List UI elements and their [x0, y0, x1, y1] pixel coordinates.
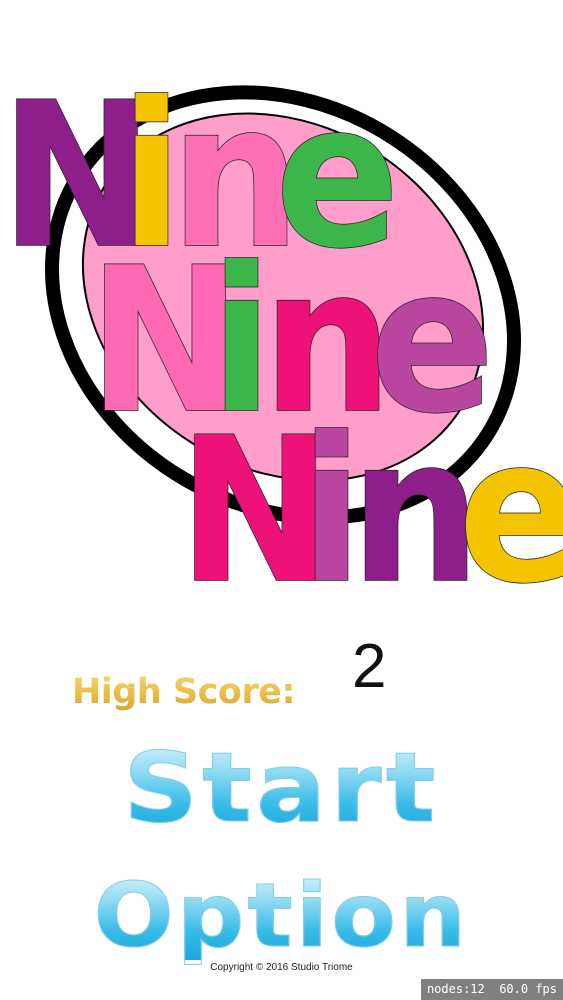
- option-button[interactable]: Option: [0, 871, 563, 960]
- high-score-label: High Score:: [72, 672, 295, 712]
- high-score-value: 2: [352, 632, 387, 701]
- nine-nine-nine-logo: NineNineNine: [0, 60, 563, 600]
- logo-line-3-letter-e: e: [458, 396, 563, 600]
- copyright-text: Copyright © 2016 Studio Triome: [210, 962, 353, 973]
- logo-letters: NineNineNine: [0, 60, 563, 600]
- node-count: nodes:12: [426, 982, 485, 996]
- start-button[interactable]: Start: [0, 740, 563, 837]
- fps-counter: 60.0 fps: [499, 982, 557, 996]
- debug-stats-overlay: nodes:12 60.0 fps: [420, 979, 563, 1000]
